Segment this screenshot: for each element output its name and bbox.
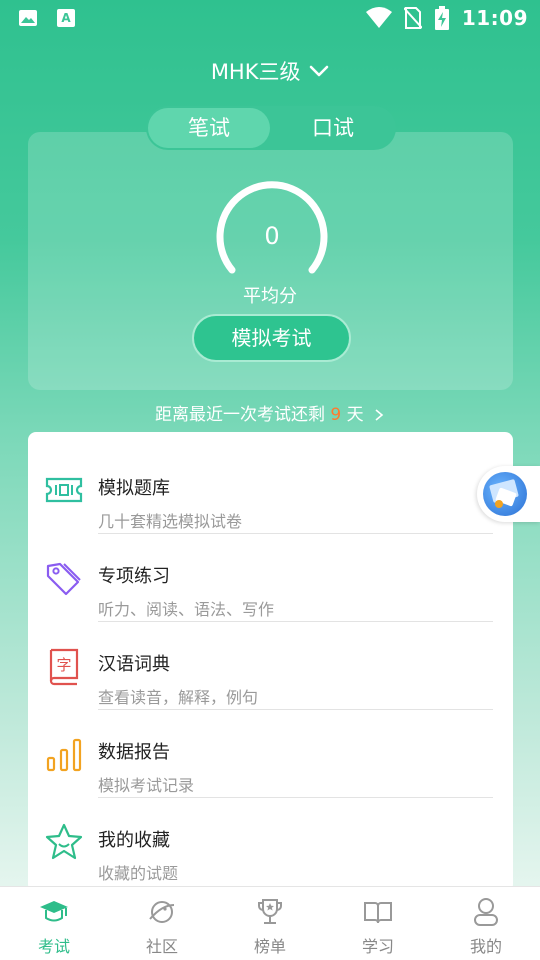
tag-icon (46, 562, 81, 596)
nav-label: 学习 (361, 937, 394, 956)
ticket-icon (45, 477, 83, 503)
battery-charging-icon (434, 6, 449, 30)
tab-oral[interactable]: 口试 (272, 108, 394, 148)
list-item-subtitle: 几十套精选模拟试卷 (98, 512, 243, 531)
font-icon: A (57, 9, 75, 27)
bar-chart-icon (46, 738, 82, 772)
trophy-icon (258, 899, 282, 924)
tab-written[interactable]: 笔试 (148, 108, 270, 148)
profile-icon (474, 898, 498, 926)
svg-text:A: A (61, 11, 71, 25)
list-item-my-favorites[interactable]: 我的收藏 收藏的试题 (28, 798, 513, 886)
feature-list: 模拟题库 几十套精选模拟试卷 专项练习 听力、阅读、语法、写作 字 汉语词典 查… (28, 432, 513, 892)
list-item-subtitle: 模拟考试记录 (98, 776, 195, 795)
list-item-data-report[interactable]: 数据报告 模拟考试记录 (28, 710, 513, 798)
countdown-days: 9 (330, 405, 342, 425)
list-item-title: 我的收藏 (98, 830, 170, 851)
list-item-question-bank[interactable]: 模拟题库 几十套精选模拟试卷 (28, 446, 513, 534)
clock: 11:09 (461, 6, 528, 30)
nav-study[interactable]: 学习 (324, 887, 432, 960)
nav-label: 我的 (469, 937, 502, 956)
floating-assistant-button[interactable] (477, 466, 540, 522)
list-item-title: 数据报告 (98, 742, 170, 763)
chevron-down-icon (309, 65, 329, 77)
dictionary-icon: 字 (49, 648, 79, 686)
nav-leaderboard[interactable]: 榜单 (216, 887, 324, 960)
list-item-chinese-dictionary[interactable]: 字 汉语词典 查看读音，解释，例句 (28, 622, 513, 710)
level-selector-label: MHK三级 (210, 60, 301, 84)
list-item-subtitle: 收藏的试题 (98, 864, 179, 883)
countdown-prefix: 距离最近一次考试还剩 (154, 405, 325, 425)
status-bar: A 11:09 (0, 0, 540, 36)
mock-exam-button[interactable]: 模拟考试 (192, 314, 351, 362)
book-icon (364, 902, 392, 924)
graduation-cap-icon (40, 901, 68, 922)
planet-icon (149, 901, 175, 923)
list-item-title: 专项练习 (98, 566, 170, 587)
countdown-suffix: 天 (346, 405, 364, 425)
nav-label: 考试 (37, 937, 70, 956)
list-item-subtitle: 查看读音，解释，例句 (98, 688, 259, 707)
average-score-value: 0 (264, 222, 280, 250)
assistant-illustration-icon (489, 479, 519, 508)
exam-type-tabs: 笔试 口试 (146, 106, 396, 150)
exam-countdown[interactable]: 距离最近一次考试还剩 9 天 (0, 400, 540, 425)
level-selector[interactable]: MHK三级 (0, 56, 540, 86)
image-icon (19, 10, 37, 26)
wifi-icon (365, 7, 392, 28)
nav-exam[interactable]: 考试 (0, 887, 108, 960)
nav-label: 社区 (145, 937, 178, 956)
nav-profile[interactable]: 我的 (432, 887, 540, 960)
list-item-title: 模拟题库 (98, 478, 170, 499)
no-sim-icon (403, 7, 422, 29)
average-score-label: 平均分 (243, 286, 297, 307)
list-item-subtitle: 听力、阅读、语法、写作 (98, 600, 275, 619)
chevron-right-icon (375, 409, 384, 421)
assistant-avatar (483, 472, 527, 516)
star-icon (45, 823, 83, 860)
list-item-special-practice[interactable]: 专项练习 听力、阅读、语法、写作 (28, 534, 513, 622)
nav-label: 榜单 (253, 937, 286, 956)
bottom-navigation: 考试 社区 榜单 学习 我的 (0, 886, 540, 960)
dictionary-glyph: 字 (56, 656, 71, 674)
list-item-title: 汉语词典 (98, 654, 170, 675)
nav-community[interactable]: 社区 (108, 887, 216, 960)
